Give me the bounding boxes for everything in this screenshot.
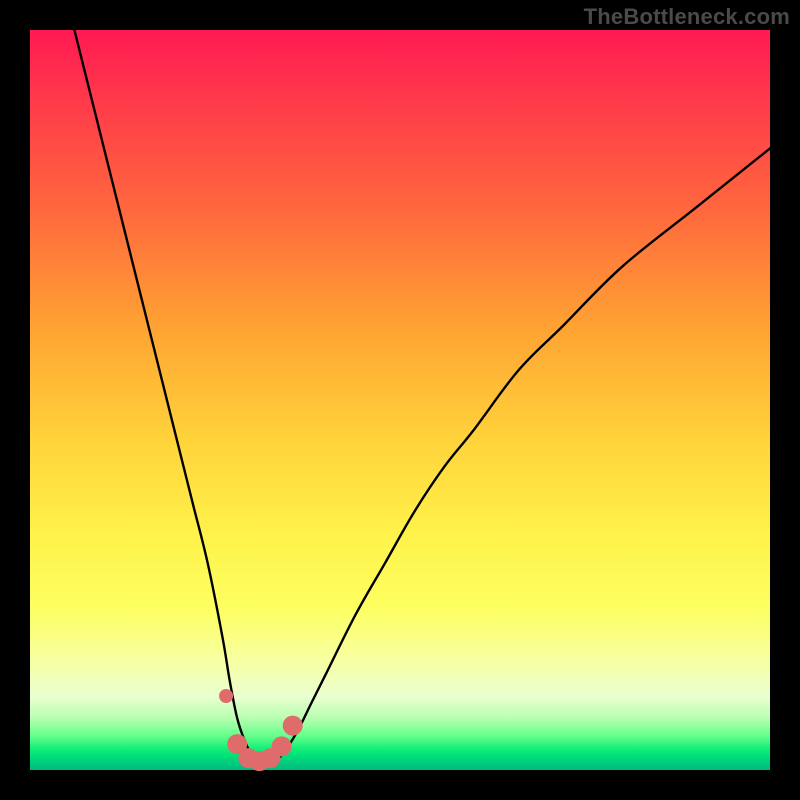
chart-frame: TheBottleneck.com: [0, 0, 800, 800]
optimal-range-markers: [219, 689, 303, 771]
marker-dot: [283, 716, 303, 736]
watermark-text: TheBottleneck.com: [584, 4, 790, 30]
chart-plot-area: [30, 30, 770, 770]
bottleneck-curve: [74, 30, 770, 763]
marker-dot: [272, 736, 292, 756]
chart-svg: [30, 30, 770, 770]
marker-dot: [219, 689, 233, 703]
